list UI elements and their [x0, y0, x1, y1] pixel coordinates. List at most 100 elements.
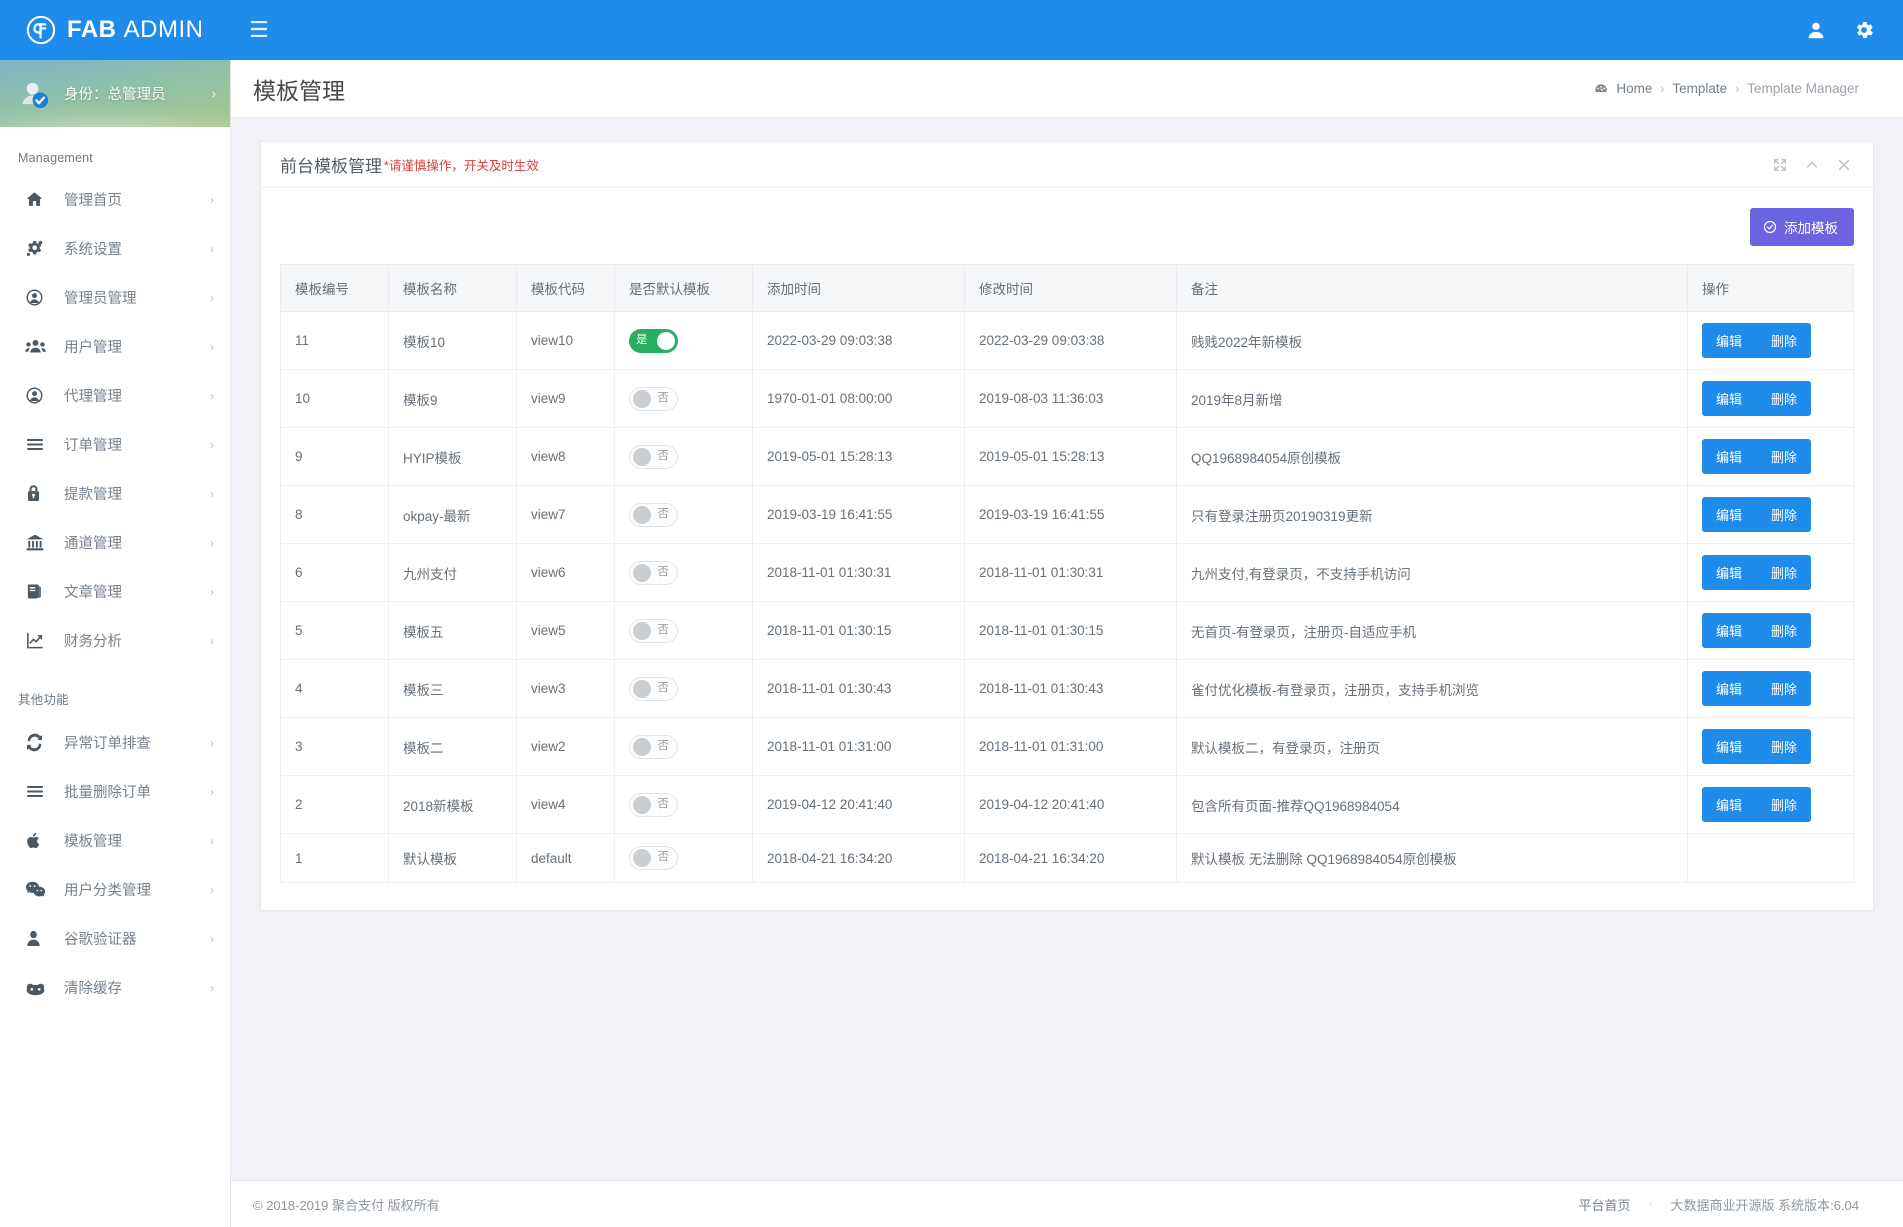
chevron-right-icon: ›	[210, 735, 214, 750]
edit-button[interactable]: 编辑	[1702, 671, 1757, 706]
default-template-toggle[interactable]: 否	[629, 676, 678, 701]
toggle-knob	[633, 389, 651, 408]
user-icon[interactable]	[1805, 19, 1827, 41]
sidebar-item-label: 通道管理	[64, 536, 122, 552]
delete-button[interactable]: 删除	[1756, 555, 1812, 590]
table-row: 2 2018新模板 view4 否 2019-04-12 20:41:40 2019-04…	[280, 775, 1854, 834]
breadcrumb-template[interactable]: Template	[1672, 81, 1727, 96]
apple-icon	[25, 831, 47, 851]
default-template-toggle[interactable]: 否	[629, 734, 678, 759]
action-button-group: 编辑 删除	[1702, 381, 1812, 416]
row-modified-time: 2018-11-01 01:30:31	[964, 543, 1177, 602]
default-template-toggle[interactable]: 否	[629, 560, 678, 585]
default-template-toggle[interactable]: 否	[629, 444, 678, 469]
row-modified-time: 2018-11-01 01:30:15	[964, 601, 1177, 660]
row-default-cell: 否	[614, 427, 753, 486]
sidebar-item-6[interactable]: 订单管理 ›	[0, 420, 230, 469]
gear-icon[interactable]	[1853, 19, 1875, 41]
sidebar-item-label: 管理员管理	[64, 291, 137, 307]
sidebar-item-3[interactable]: 模板管理 ›	[0, 816, 230, 865]
breadcrumb-home[interactable]: Home	[1616, 81, 1652, 96]
close-icon[interactable]	[1837, 158, 1851, 172]
edit-button[interactable]: 编辑	[1702, 787, 1757, 822]
row-id: 11	[280, 311, 389, 370]
sidebar-item-3[interactable]: 管理员管理 ›	[0, 273, 230, 322]
default-template-toggle[interactable]: 否	[629, 502, 678, 527]
edit-button[interactable]: 编辑	[1702, 497, 1757, 532]
users-icon	[25, 337, 47, 357]
chevron-right-icon: ›	[210, 584, 214, 599]
action-button-group: 编辑 删除	[1702, 323, 1812, 358]
edit-button[interactable]: 编辑	[1702, 381, 1757, 416]
add-template-label: 添加模板	[1784, 221, 1838, 236]
row-id: 5	[280, 601, 389, 660]
sidebar-item-1[interactable]: 异常订单排查 ›	[0, 718, 230, 767]
row-default-cell: 否	[614, 833, 753, 883]
sidebar-item-10[interactable]: 财务分析 ›	[0, 616, 230, 665]
sidebar-item-9[interactable]: 文章管理 ›	[0, 567, 230, 616]
edit-button[interactable]: 编辑	[1702, 613, 1757, 648]
sidebar-item-2[interactable]: 批量删除订单 ›	[0, 767, 230, 816]
delete-button[interactable]: 删除	[1756, 439, 1812, 474]
delete-button[interactable]: 删除	[1756, 323, 1812, 358]
table-head: 模板编号 模板名称 模板代码 是否默认模板 添加时间 修改时间 备注 操作	[280, 264, 1854, 312]
default-template-toggle[interactable]: 否	[629, 792, 678, 817]
panel-body: 添加模板 模板编号 模板名称 模板代码 是否默认模板 添加时间 修改时间 备注 操作 11 模板…	[261, 188, 1873, 910]
hamburger-icon[interactable]: ☰	[241, 15, 277, 45]
toggle-label: 是	[636, 333, 648, 346]
edit-button[interactable]: 编辑	[1702, 323, 1757, 358]
navbar-right-actions	[1805, 19, 1903, 41]
sidebar-item-8[interactable]: 通道管理 ›	[0, 518, 230, 567]
edit-button[interactable]: 编辑	[1702, 439, 1757, 474]
panel-warning-text: *请谨慎操作，开关及时生效	[384, 159, 539, 173]
row-added-time: 2018-11-01 01:30:15	[752, 601, 965, 660]
action-button-group: 编辑 删除	[1702, 439, 1812, 474]
delete-button[interactable]: 删除	[1756, 729, 1812, 764]
edit-button[interactable]: 编辑	[1702, 555, 1757, 590]
sidebar-item-label: 用户管理	[64, 340, 122, 356]
sidebar-item-4[interactable]: 用户分类管理 ›	[0, 865, 230, 914]
row-name: 模板二	[388, 717, 517, 776]
add-template-button[interactable]: 添加模板	[1750, 208, 1854, 246]
delete-button[interactable]: 删除	[1756, 671, 1812, 706]
sidebar-item-7[interactable]: 提款管理 ›	[0, 469, 230, 518]
breadcrumb-separator: ›	[1660, 81, 1665, 96]
toggle-label: 否	[657, 739, 670, 752]
brand-logo-area[interactable]: FAB ADMIN	[0, 0, 231, 60]
row-modified-time: 2019-04-12 20:41:40	[964, 775, 1177, 834]
sidebar-group-management: 管理首页 › 系统设置 › 管理员管理 › 用户管理 › 代理管理 › 订单管理 › 提款管理 › 通道管理…	[0, 175, 230, 665]
default-template-toggle[interactable]: 否	[629, 618, 678, 643]
sidebar-profile[interactable]: 身份：总管理员 ›	[0, 60, 230, 127]
row-modified-time: 2018-11-01 01:31:00	[964, 717, 1177, 776]
expand-icon[interactable]	[1773, 158, 1787, 172]
page-footer: © 2018-2019 聚合支付 版权所有 平台首页 · 大数据商业开源版 系统…	[231, 1180, 1903, 1227]
sidebar-item-5[interactable]: 谷歌验证器 ›	[0, 914, 230, 963]
dashboard-icon	[1594, 82, 1608, 96]
delete-button[interactable]: 删除	[1756, 497, 1812, 532]
sidebar-item-6[interactable]: 清除缓存 ›	[0, 963, 230, 1012]
delete-button[interactable]: 删除	[1756, 381, 1812, 416]
column-header-5: 添加时间	[752, 264, 965, 312]
row-actions: 编辑 删除	[1687, 311, 1854, 370]
toggle-knob	[633, 505, 651, 524]
row-name: HYIP模板	[388, 427, 517, 486]
template-panel: 前台模板管理 *请谨慎操作，开关及时生效 添加模板 模板编号 模板名称 模板代码…	[260, 141, 1874, 911]
column-header-1: 模板编号	[280, 264, 389, 312]
row-id: 3	[280, 717, 389, 776]
footer-platform-home-link[interactable]: 平台首页	[1578, 1195, 1630, 1214]
sidebar-item-4[interactable]: 用户管理 ›	[0, 322, 230, 371]
default-template-toggle[interactable]: 否	[629, 386, 678, 411]
delete-button[interactable]: 删除	[1756, 787, 1812, 822]
sidebar-item-1[interactable]: 管理首页 ›	[0, 175, 230, 224]
default-template-toggle[interactable]: 否	[629, 846, 678, 870]
sidebar-item-5[interactable]: 代理管理 ›	[0, 371, 230, 420]
sidebar-item-label: 批量删除订单	[64, 785, 151, 801]
sidebar-item-2[interactable]: 系统设置 ›	[0, 224, 230, 273]
chevron-right-icon: ›	[210, 192, 214, 207]
row-added-time: 2019-05-01 15:28:13	[752, 427, 965, 486]
brand-title: FAB ADMIN	[67, 16, 204, 44]
default-template-toggle[interactable]: 是	[629, 328, 678, 353]
delete-button[interactable]: 删除	[1756, 613, 1812, 648]
chevron-up-icon[interactable]	[1805, 158, 1819, 172]
edit-button[interactable]: 编辑	[1702, 729, 1757, 764]
